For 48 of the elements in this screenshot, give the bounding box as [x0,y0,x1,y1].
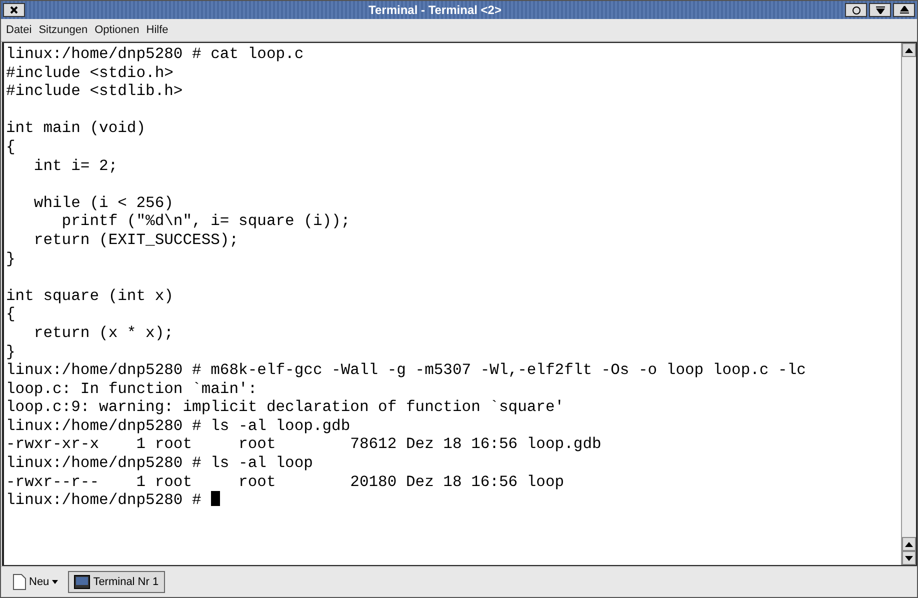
menu-item[interactable]: Optionen [94,24,140,36]
terminal-line: linux:/home/dnp5280 # ls -al loop.gdb [6,416,352,436]
terminal-line: linux:/home/dnp5280 # [6,491,202,510]
scrollbar[interactable] [901,43,916,565]
cursor [210,491,220,506]
document-icon [13,574,26,590]
window-title: Terminal - Terminal <2> [368,3,502,17]
menu-item[interactable]: Hilfe [146,24,168,36]
close-icon [10,6,18,14]
terminal-line: loop.c:9: warning: implicit declaration of function `square' [6,398,566,417]
terminal-line: { [6,138,16,157]
terminal-line: loop.c: In function `main': [6,380,258,398]
terminal-line: linux:/home/dnp5280 # ls -al loop [6,454,314,473]
scroll-up-button[interactable] [902,537,916,551]
terminal-line: return (EXIT_SUCCESS); [32,230,240,250]
menu-item[interactable]: Datei [6,24,32,36]
terminal-line: int square (int x) [6,286,174,306]
terminal-line: } [6,250,16,268]
menu-item[interactable]: Sitzungen [38,24,88,36]
caret-icon [52,580,58,584]
terminal-line: { [6,305,16,324]
terminal-line: #include <stdio.h> [6,64,174,82]
circle-icon [852,6,860,14]
minimize-button[interactable] [869,3,891,17]
maximize-button[interactable] [845,3,867,17]
up-triangle-icon [905,48,913,52]
down-triangle-icon [905,556,913,560]
down-triangle-icon [876,6,884,14]
terminal-line: linux:/home/dnp5280 # m68k-elf-gcc -Wall -g -m5307 -Wl,-elf2flt -Os -o loop loop.c -lc [6,361,807,380]
close-button[interactable] [3,3,25,17]
terminal-line: } [6,342,16,362]
terminal-line: int main (void) [6,119,147,138]
scroll-down-button[interactable] [902,551,916,565]
new-session-button[interactable]: Neu [9,574,62,590]
shade-button[interactable] [893,3,915,17]
session-tab[interactable]: Terminal Nr 1 [68,571,165,593]
terminal-line: while (i < 256) [32,194,174,212]
terminal-line: #include <stdlib.h> [6,82,184,101]
terminal-line: return (x * x); [32,324,174,342]
terminal-line: int i= 2; [32,156,119,176]
terminal-icon [74,575,90,589]
terminal-line: printf ("%d\n", i= square (i)); [60,212,352,231]
terminal-line: -rwxr-xr-x 1 root root 78612 Dez 18 16:56 loop.gdb [6,435,602,454]
up-triangle-icon [905,542,913,546]
scroll-up-button[interactable] [902,43,916,57]
terminal-line: linux:/home/dnp5280 # cat loop.c [6,45,305,64]
terminal-line: -rwxr--r-- 1 root root 20180 Dez 18 16:56 loop [6,472,566,492]
up-triangle-icon [900,6,908,14]
